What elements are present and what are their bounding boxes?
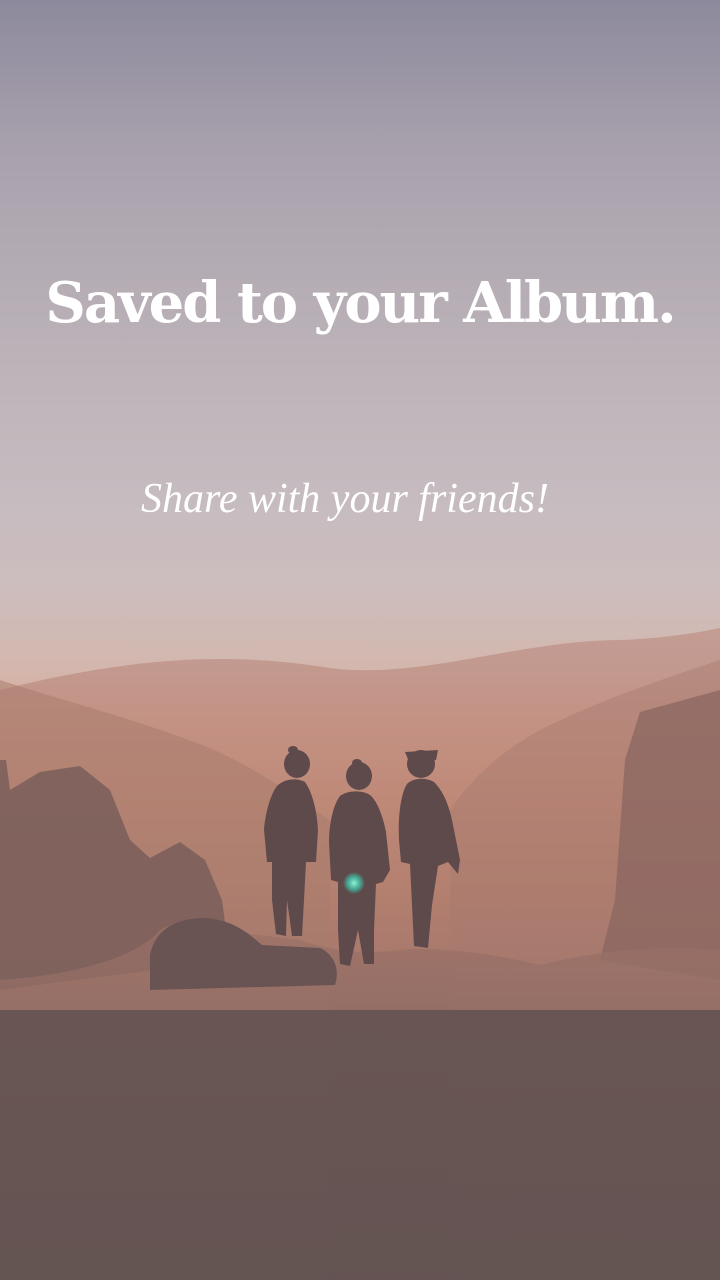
share-prompt-text: Share with your friends! xyxy=(141,476,549,522)
foreground-shadow xyxy=(0,1010,720,1280)
save-confirmation-screen: Saved to your Album. Share with your fri… xyxy=(0,0,720,1280)
saved-confirmation-title: Saved to your Album. xyxy=(45,270,676,336)
background-photo xyxy=(0,628,720,1280)
lens-flare xyxy=(343,872,365,894)
